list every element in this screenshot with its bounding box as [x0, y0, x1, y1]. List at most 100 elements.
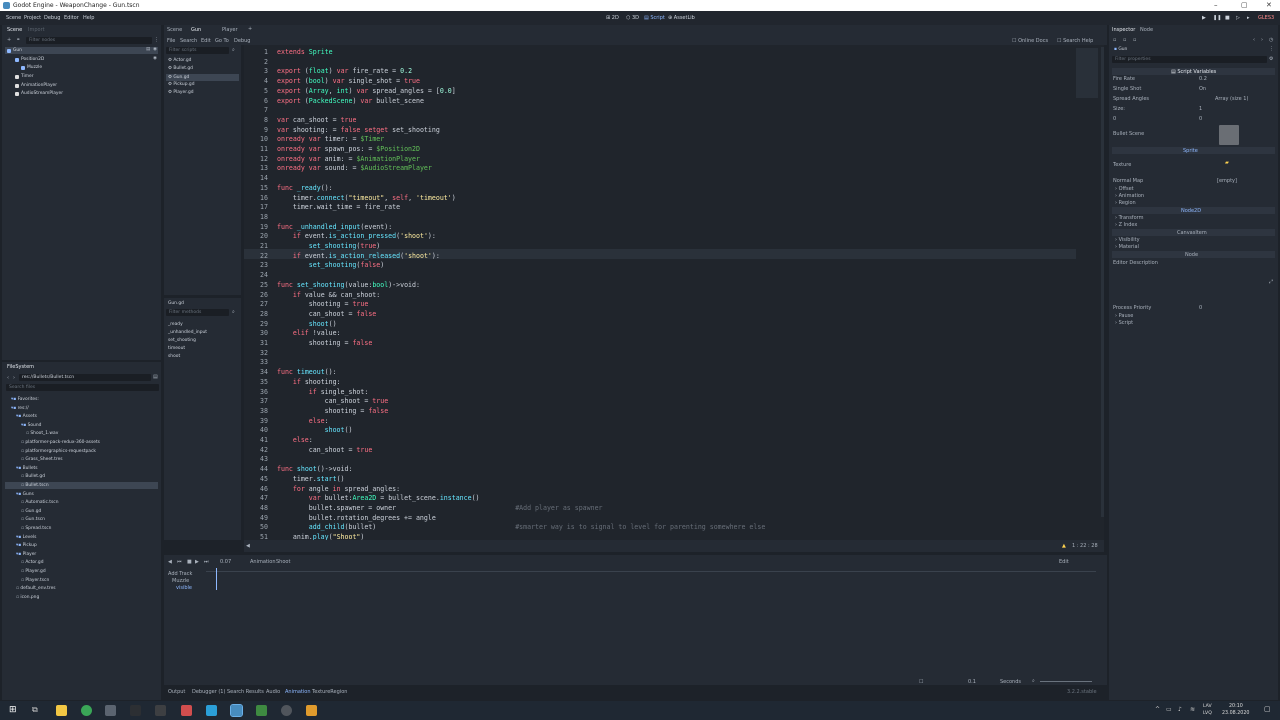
playhead[interactable]	[216, 568, 217, 590]
line-number[interactable]: 40	[244, 426, 268, 434]
file-tree-item[interactable]: ▫ Actor.gd	[21, 560, 44, 565]
taskview-icon[interactable]: ⧉	[32, 705, 38, 715]
line-number[interactable]: 35	[244, 378, 268, 386]
split-mode-icon[interactable]: ▤	[153, 374, 158, 380]
normal-map-value[interactable]: [empty]	[1217, 178, 1237, 184]
anim-edit-menu[interactable]: Edit	[1059, 559, 1069, 565]
code-line[interactable]: can_shoot = true	[277, 397, 389, 405]
line-number[interactable]: 20	[244, 232, 268, 240]
line-number[interactable]: 6	[244, 97, 268, 105]
scene-tab-player[interactable]: Player	[222, 27, 238, 33]
tree-node-position2d[interactable]: Position2D	[21, 57, 44, 62]
search-files-input[interactable]: Search files	[6, 384, 159, 391]
line-number[interactable]: 13	[244, 164, 268, 172]
tray-chevron-icon[interactable]: ^	[1155, 706, 1160, 713]
anim-time[interactable]: 0.07	[220, 559, 231, 565]
code-line[interactable]: shooting = false	[277, 407, 389, 415]
tab-node[interactable]: Node	[1140, 27, 1153, 33]
line-number[interactable]: 44	[244, 465, 268, 473]
app-icon-9[interactable]	[256, 705, 267, 716]
file-tree-item[interactable]: ▫ Bullet.tscn	[21, 483, 49, 488]
warning-icon[interactable]: ▲	[1062, 543, 1066, 549]
animation-menu[interactable]: Animation	[250, 559, 276, 565]
line-number[interactable]: 19	[244, 223, 268, 231]
app-icon-4[interactable]	[130, 705, 141, 716]
code-line[interactable]: if value && can_shoot:	[277, 291, 380, 299]
script-attached-icon[interactable]: ▤	[146, 47, 150, 52]
group-visibility[interactable]: › Visibility	[1115, 237, 1140, 243]
forward-icon[interactable]: ›	[13, 375, 15, 381]
code-line[interactable]: shoot()	[277, 426, 353, 434]
line-number[interactable]: 49	[244, 514, 268, 522]
script-item-bullet[interactable]: ⚙ Bullet.gd	[168, 66, 193, 71]
group-material[interactable]: › Material	[1115, 244, 1139, 250]
script-menu-search[interactable]: Search	[180, 38, 197, 44]
menu-project[interactable]: Project	[24, 15, 41, 21]
code-line[interactable]: timer.wait_time = fire_rate	[277, 203, 400, 211]
chrome-icon[interactable]	[81, 705, 92, 716]
tab-search-results[interactable]: Search Results	[227, 689, 264, 695]
tab-animation[interactable]: Animation	[285, 689, 311, 695]
terminal-icon[interactable]	[155, 705, 166, 716]
line-number[interactable]: 3	[244, 67, 268, 75]
code-line[interactable]: add_child(bullet) #smarter way is to sig…	[277, 523, 766, 531]
code-line[interactable]: can_shoot = false	[277, 310, 377, 318]
notifications-icon[interactable]: ▢	[1264, 705, 1271, 713]
code-line[interactable]: if shooting:	[277, 378, 341, 386]
code-line[interactable]: shooting = true	[277, 300, 369, 308]
add-track-button[interactable]: Add Track	[168, 571, 192, 577]
back-icon[interactable]: ‹	[7, 375, 9, 381]
line-number[interactable]: 26	[244, 291, 268, 299]
line-number[interactable]: 50	[244, 523, 268, 531]
expand-icon[interactable]: ⤢	[1269, 279, 1273, 285]
line-number[interactable]: 32	[244, 349, 268, 357]
line-number[interactable]: 34	[244, 368, 268, 376]
code-line[interactable]: export (Array, int) var spread_angles = …	[277, 87, 456, 95]
property-value[interactable]: 1	[1199, 106, 1202, 112]
file-explorer-icon[interactable]	[56, 705, 67, 716]
code-line[interactable]: for angle in spread_angles:	[277, 485, 400, 493]
file-tree-item[interactable]: ▫ Shoot_1.wav	[26, 431, 58, 436]
file-tree-item[interactable]: ▫ Player.gd	[21, 569, 46, 574]
bullet-scene-preview[interactable]	[1219, 125, 1239, 145]
track-visible[interactable]: visible	[176, 585, 192, 591]
minimize-icon[interactable]: –	[1214, 0, 1218, 11]
code-line[interactable]: if event.is_action_released('shoot'):	[277, 252, 440, 260]
play-start-icon[interactable]: ⏭	[204, 559, 209, 565]
line-number[interactable]: 14	[244, 174, 268, 182]
line-number[interactable]: 37	[244, 397, 268, 405]
line-number[interactable]: 31	[244, 339, 268, 347]
collapse-icon[interactable]: ◀	[246, 543, 250, 549]
code-line[interactable]: onready var timer: = $Timer	[277, 135, 384, 143]
line-number[interactable]: 1	[244, 48, 268, 56]
network-icon[interactable]: ▭	[1166, 706, 1172, 713]
line-number[interactable]: 17	[244, 203, 268, 211]
workspace-script[interactable]: ▤ Script	[644, 15, 665, 21]
code-line[interactable]: var shooting: = false setget set_shootin…	[277, 126, 440, 134]
clock-date[interactable]: 23.08.2020	[1222, 711, 1249, 716]
property-value[interactable]: 0.2	[1199, 76, 1207, 82]
code-line[interactable]: func timeout():	[277, 368, 337, 376]
snap-checkbox[interactable]: ☐	[919, 679, 923, 685]
anim-name[interactable]: Shoot	[276, 559, 290, 565]
file-tree-item[interactable]: ▾▪ Guns	[16, 492, 34, 497]
line-number[interactable]: 42	[244, 446, 268, 454]
stop-icon[interactable]: ■	[1225, 15, 1230, 21]
code-line[interactable]: export (PackedScene) var bullet_scene	[277, 97, 424, 105]
scene-tab-scene[interactable]: Scene	[167, 27, 182, 33]
scene-tab-gun[interactable]: Gun	[191, 27, 201, 33]
file-tree-item[interactable]: ▫ Gun.tscn	[21, 517, 45, 522]
file-tree-item[interactable]: ▾▪ Sound	[21, 423, 41, 428]
lang-indicator-2[interactable]: LVQ	[1203, 711, 1212, 716]
group-animation[interactable]: › Animation	[1115, 193, 1144, 199]
code-line[interactable]: onready var spawn_pos: = $Position2D	[277, 145, 420, 153]
play-icon[interactable]: ▶	[1202, 15, 1206, 21]
play-scene-icon[interactable]: ▷	[1236, 15, 1240, 21]
play-back-start-icon[interactable]: ⏮	[177, 559, 182, 565]
step-value[interactable]: 0.1	[968, 679, 976, 685]
file-tree-item[interactable]: ▾▪ Assets	[16, 414, 37, 419]
tab-scene[interactable]: Scene	[7, 27, 22, 33]
code-line[interactable]: set_shooting(false)	[277, 261, 384, 269]
code-line[interactable]: shoot()	[277, 320, 337, 328]
line-number[interactable]: 30	[244, 329, 268, 337]
